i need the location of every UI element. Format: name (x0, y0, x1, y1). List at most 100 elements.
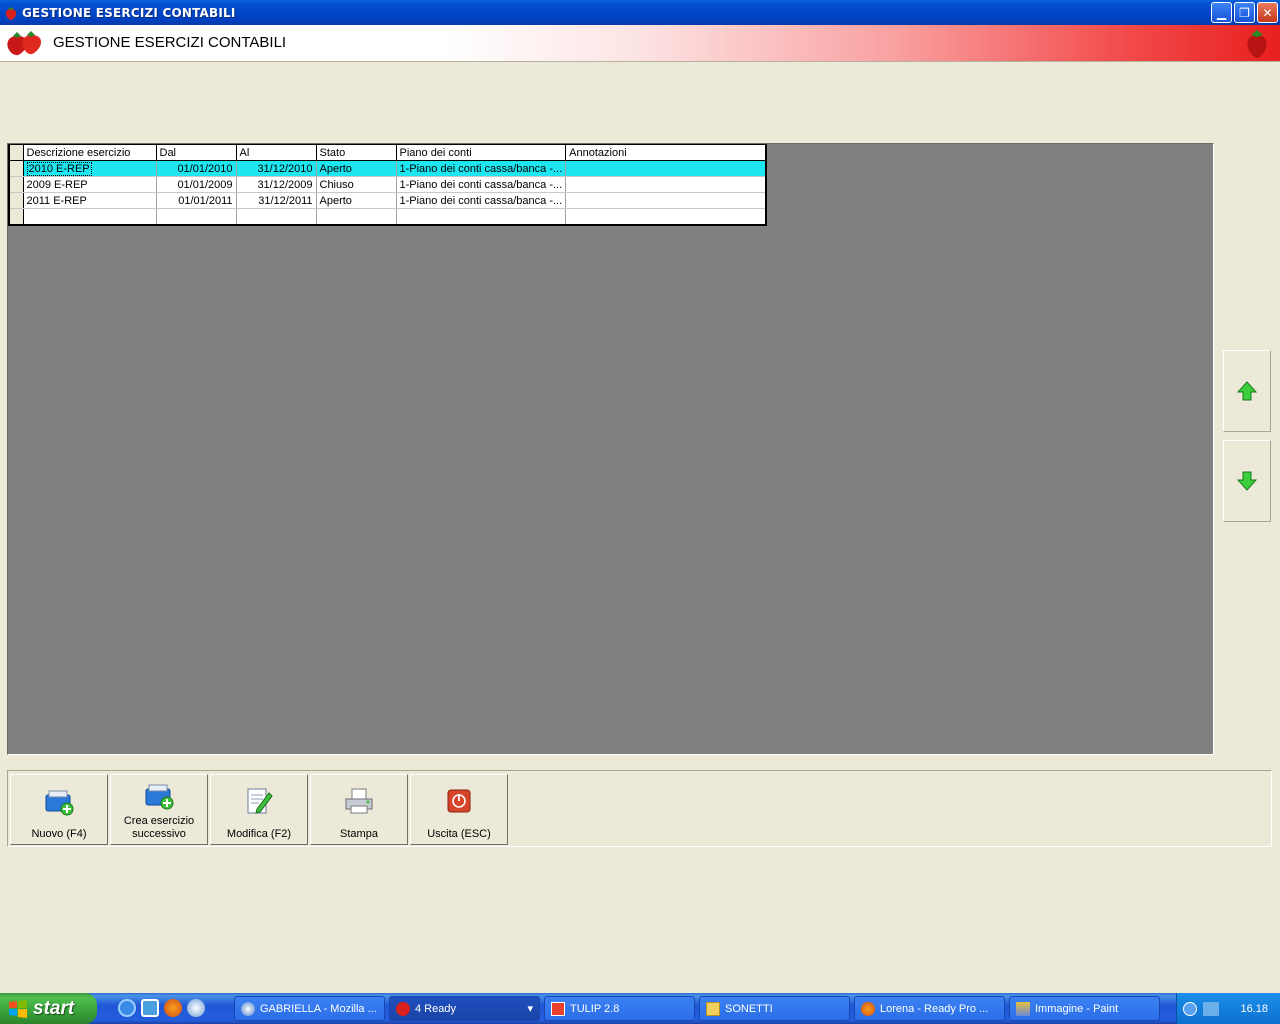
column-header[interactable]: Piano dei conti (396, 144, 567, 161)
firefox-icon (861, 1001, 875, 1016)
browser-icon (241, 1001, 255, 1016)
cell-text: 2010 E-REP (26, 161, 92, 176)
crea-label-line1: Crea esercizio (123, 815, 195, 827)
table-cell[interactable]: 01/01/2009 (156, 176, 237, 193)
outlook-express-icon[interactable] (141, 999, 159, 1017)
esercizi-grid: Descrizione esercizio Dal Al Stato Piano… (8, 144, 767, 226)
minimize-button[interactable]: ▁ (1211, 2, 1232, 23)
task-label: SONETTI (725, 1002, 773, 1015)
table-cell[interactable] (565, 192, 767, 209)
table-cell[interactable]: 01/01/2010 (156, 160, 237, 177)
restore-button[interactable]: ❐ (1234, 2, 1255, 23)
title-bar: GESTIONE ESERCIZI CONTABILI ▁ ❐ ✕ (0, 0, 1280, 25)
modifica-label: Modifica (F2) (226, 828, 292, 840)
task-paint[interactable]: Immagine - Paint (1009, 996, 1160, 1021)
quicklaunch-icon[interactable] (187, 999, 205, 1017)
close-button[interactable]: ✕ (1257, 2, 1278, 23)
task-lorena[interactable]: Lorena - Ready Pro ... (854, 996, 1005, 1021)
table-cell[interactable] (565, 208, 767, 225)
firefox-icon[interactable] (164, 999, 182, 1017)
taskbar: start GABRIELLA - Mozilla ... 4 Ready ▾ … (0, 993, 1280, 1024)
nuovo-button[interactable]: Nuovo (F4) (10, 774, 108, 845)
modifica-button[interactable]: Modifica (F2) (210, 774, 308, 845)
paint-icon (1016, 1001, 1030, 1016)
table-cell[interactable]: 2011 E-REP (23, 192, 157, 209)
restore-icon: ❐ (1239, 5, 1250, 20)
task-gabriella[interactable]: GABRIELLA - Mozilla ... (234, 996, 385, 1021)
table-cell[interactable]: Aperto (316, 160, 397, 177)
table-cell[interactable] (565, 176, 767, 193)
task-sonetti[interactable]: SONETTI (699, 996, 850, 1021)
folder-icon (706, 1001, 720, 1016)
stampa-label: Stampa (340, 828, 378, 840)
header-band: GESTIONE ESERCIZI CONTABILI (0, 25, 1280, 62)
new-folder-icon (145, 784, 174, 810)
close-icon: ✕ (1262, 5, 1273, 20)
strawberries-logo-icon (7, 31, 41, 56)
table-cell[interactable]: Aperto (316, 192, 397, 209)
table-row[interactable]: 2010 E-REP 01/01/2010 31/12/2010 Aperto … (9, 160, 767, 177)
printer-icon (345, 788, 373, 814)
task-label: Immagine - Paint (1035, 1002, 1119, 1015)
row-indicator[interactable] (9, 176, 24, 193)
tray-expand-icon[interactable] (1183, 1001, 1197, 1016)
edit-document-icon (247, 788, 273, 814)
row-indicator[interactable] (9, 192, 24, 209)
crea-esercizio-successivo-button[interactable]: Crea esercizio successivo (110, 774, 208, 845)
row-indicator[interactable] (9, 208, 24, 225)
row-indicator[interactable] (9, 160, 24, 177)
stampa-button[interactable]: Stampa (310, 774, 408, 845)
table-cell[interactable]: 2010 E-REP (23, 160, 157, 177)
task-tulip[interactable]: TULIP 2.8 (544, 996, 695, 1021)
table-cell[interactable]: 1-Piano dei conti cassa/banca -... (396, 160, 567, 177)
column-header[interactable]: Stato (316, 144, 397, 161)
column-header[interactable]: Descrizione esercizio (23, 144, 157, 161)
move-down-button[interactable] (1223, 440, 1271, 522)
minimize-icon: ▁ (1216, 5, 1227, 20)
move-up-button[interactable] (1223, 350, 1271, 432)
network-icon[interactable] (1203, 1001, 1219, 1016)
table-cell[interactable] (236, 208, 317, 225)
task-label: GABRIELLA - Mozilla ... (260, 1002, 377, 1015)
table-cell[interactable]: 31/12/2011 (236, 192, 317, 209)
table-cell[interactable]: 01/01/2011 (156, 192, 237, 209)
power-icon (447, 789, 471, 813)
column-header[interactable]: Dal (156, 144, 237, 161)
row-indicator-header (9, 144, 24, 161)
table-cell[interactable]: 1-Piano dei conti cassa/banca -... (396, 192, 567, 209)
table-cell[interactable]: 1-Piano dei conti cassa/banca -... (396, 176, 567, 193)
table-cell[interactable] (565, 160, 767, 177)
grid-area: Descrizione esercizio Dal Al Stato Piano… (7, 143, 1214, 755)
bottom-toolbar: Nuovo (F4) Crea esercizio successivo Mod… (7, 770, 1272, 847)
table-cell[interactable]: 31/12/2010 (236, 160, 317, 177)
strawberry-icon (396, 1001, 410, 1016)
arrow-up-icon (1236, 381, 1258, 401)
windows-logo-icon (9, 999, 27, 1018)
strawberry-logo-icon (1247, 30, 1267, 58)
internet-explorer-icon[interactable] (118, 999, 136, 1017)
column-header[interactable]: Annotazioni (565, 144, 767, 161)
table-cell[interactable] (23, 208, 157, 225)
table-cell[interactable]: 2009 E-REP (23, 176, 157, 193)
table-cell[interactable]: 31/12/2009 (236, 176, 317, 193)
nuovo-label: Nuovo (F4) (31, 828, 87, 840)
uscita-button[interactable]: Uscita (ESC) (410, 774, 508, 845)
column-header[interactable]: Al (236, 144, 317, 161)
table-cell[interactable] (316, 208, 397, 225)
arrow-down-icon (1236, 471, 1258, 491)
strawberry-icon (5, 6, 17, 20)
table-cell[interactable] (396, 208, 567, 225)
task-label: 4 Ready (415, 1002, 456, 1015)
page-title: GESTIONE ESERCIZI CONTABILI (53, 34, 287, 51)
task-label: TULIP 2.8 (570, 1002, 620, 1015)
start-button[interactable]: start (0, 993, 97, 1024)
table-row-empty[interactable] (9, 208, 767, 225)
clock[interactable]: 16.18 (1240, 1003, 1268, 1015)
system-tray: 16.18 (1176, 993, 1280, 1024)
table-row[interactable]: 2009 E-REP 01/01/2009 31/12/2009 Chiuso … (9, 176, 767, 193)
table-row[interactable]: 2011 E-REP 01/01/2011 31/12/2011 Aperto … (9, 192, 767, 209)
table-cell[interactable]: Chiuso (316, 176, 397, 193)
table-cell[interactable] (156, 208, 237, 225)
crea-label-line2: successivo (132, 828, 186, 840)
task-ready[interactable]: 4 Ready ▾ (389, 996, 540, 1021)
